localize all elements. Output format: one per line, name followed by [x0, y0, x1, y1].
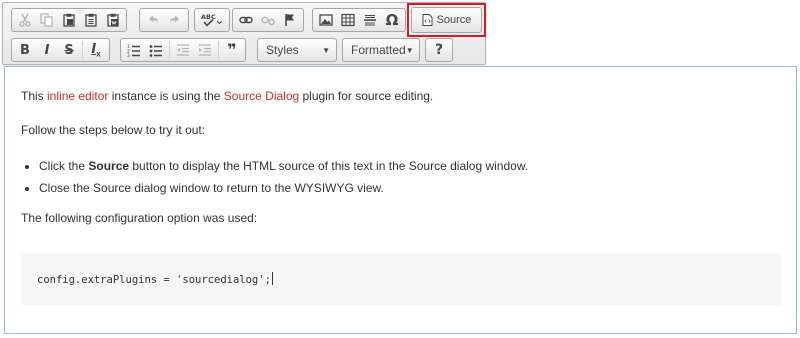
separator: [169, 41, 170, 59]
text-caret: [271, 272, 273, 285]
image-icon: [319, 14, 333, 26]
source-button-label: Source: [436, 14, 472, 26]
indent-button[interactable]: [194, 40, 216, 60]
remove-format-button[interactable]: Ix: [85, 40, 107, 60]
image-button[interactable]: [315, 10, 337, 30]
copy-button[interactable]: [36, 10, 58, 30]
code-text: config.extraPlugins = 'sourcedialog';: [37, 274, 271, 286]
undo-group: [139, 8, 189, 32]
bulleted-list-button[interactable]: [145, 40, 167, 60]
svg-text:3: 3: [127, 53, 130, 57]
link-icon: [239, 16, 253, 24]
svg-text:ABC: ABC: [201, 13, 216, 21]
undo-button[interactable]: [142, 10, 164, 30]
intro-paragraph: This inline editor instance is using the…: [21, 89, 433, 103]
styles-dropdown[interactable]: Styles ▼: [257, 38, 337, 62]
steps-intro: Follow the steps below to try it out:: [21, 123, 206, 137]
code-block: config.extraPlugins = 'sourcedialog';: [21, 253, 781, 305]
inline-editor-link[interactable]: inline editor: [47, 89, 108, 103]
italic-button[interactable]: I: [36, 40, 58, 60]
source-dialog-link[interactable]: Source Dialog: [224, 89, 299, 103]
numbered-list-button[interactable]: 123: [123, 40, 145, 60]
copy-icon: [40, 13, 53, 27]
intro-text: plugin for source editing.: [299, 89, 434, 103]
config-intro: The following configuration option was u…: [21, 211, 258, 225]
format-dropdown-label: Formatted: [351, 43, 406, 57]
bold-button[interactable]: B: [14, 40, 36, 60]
blockquote-button[interactable]: ❞: [221, 40, 243, 60]
spellcheck-button[interactable]: ABC: [197, 10, 227, 30]
insert-group: Ω: [312, 8, 406, 32]
intro-text: This: [21, 89, 48, 103]
bulleted-list-icon: [149, 45, 162, 57]
blockquote-icon: ❞: [227, 40, 237, 59]
outdent-button[interactable]: [172, 40, 194, 60]
anchor-button[interactable]: [279, 10, 301, 30]
chevron-down-icon: ▼: [405, 45, 414, 55]
source-icon: [422, 14, 433, 26]
basic-styles-group: B I S Ix: [11, 38, 110, 62]
strikethrough-icon: S: [64, 42, 74, 58]
paste-text-button[interactable]: [80, 10, 102, 30]
list-item: Close the Source dialog window to return…: [39, 177, 528, 199]
link-group: [232, 8, 304, 32]
table-icon: [341, 13, 355, 27]
scissors-icon: [19, 13, 31, 27]
clipboard-group: [11, 8, 127, 32]
help-icon: ?: [434, 42, 444, 58]
help-group: ?: [425, 38, 453, 62]
format-dropdown[interactable]: Formatted ▼: [342, 38, 420, 62]
horizontal-rule-button[interactable]: [359, 10, 381, 30]
italic-icon: I: [44, 42, 50, 58]
strike-button[interactable]: S: [58, 40, 80, 60]
unlink-icon: [261, 16, 275, 26]
undo-icon: [149, 15, 158, 23]
remove-format-icon: Ix: [91, 41, 101, 59]
flag-icon: [285, 14, 294, 26]
omega-icon: Ω: [385, 11, 399, 29]
separator: [82, 41, 83, 59]
outdent-icon: [177, 44, 189, 56]
bold-icon: B: [20, 42, 30, 58]
paste-from-word-button[interactable]: [102, 10, 124, 30]
redo-button[interactable]: [164, 10, 186, 30]
unlink-button[interactable]: [257, 10, 279, 30]
paste-icon: [63, 13, 75, 27]
spellcheck-icon: ABC: [201, 13, 223, 27]
list-item: Click the Source button to display the H…: [39, 155, 528, 177]
paste-word-icon: [107, 13, 119, 27]
styles-dropdown-label: Styles: [266, 43, 299, 57]
chevron-down-icon: ▼: [322, 45, 330, 55]
separator: [218, 41, 219, 59]
spellcheck-group: ABC: [194, 8, 230, 32]
link-button[interactable]: [235, 10, 257, 30]
paste-button[interactable]: [58, 10, 80, 30]
help-button[interactable]: ?: [428, 40, 450, 60]
indent-icon: [199, 44, 211, 56]
special-char-button[interactable]: Ω: [381, 10, 403, 30]
paste-text-icon: [85, 13, 97, 27]
numbered-list-icon: 123: [127, 44, 140, 57]
redo-icon: [170, 15, 179, 23]
list-group: 123 ❞: [120, 38, 246, 62]
inline-editor-area[interactable]: This inline editor instance is using the…: [4, 66, 797, 334]
cut-button[interactable]: [14, 10, 36, 30]
source-button[interactable]: Source: [411, 7, 482, 33]
steps-list: Click the Source button to display the H…: [21, 155, 528, 199]
horizontal-rule-icon: [364, 15, 376, 26]
intro-text: instance is using the: [108, 89, 224, 103]
table-button[interactable]: [337, 10, 359, 30]
